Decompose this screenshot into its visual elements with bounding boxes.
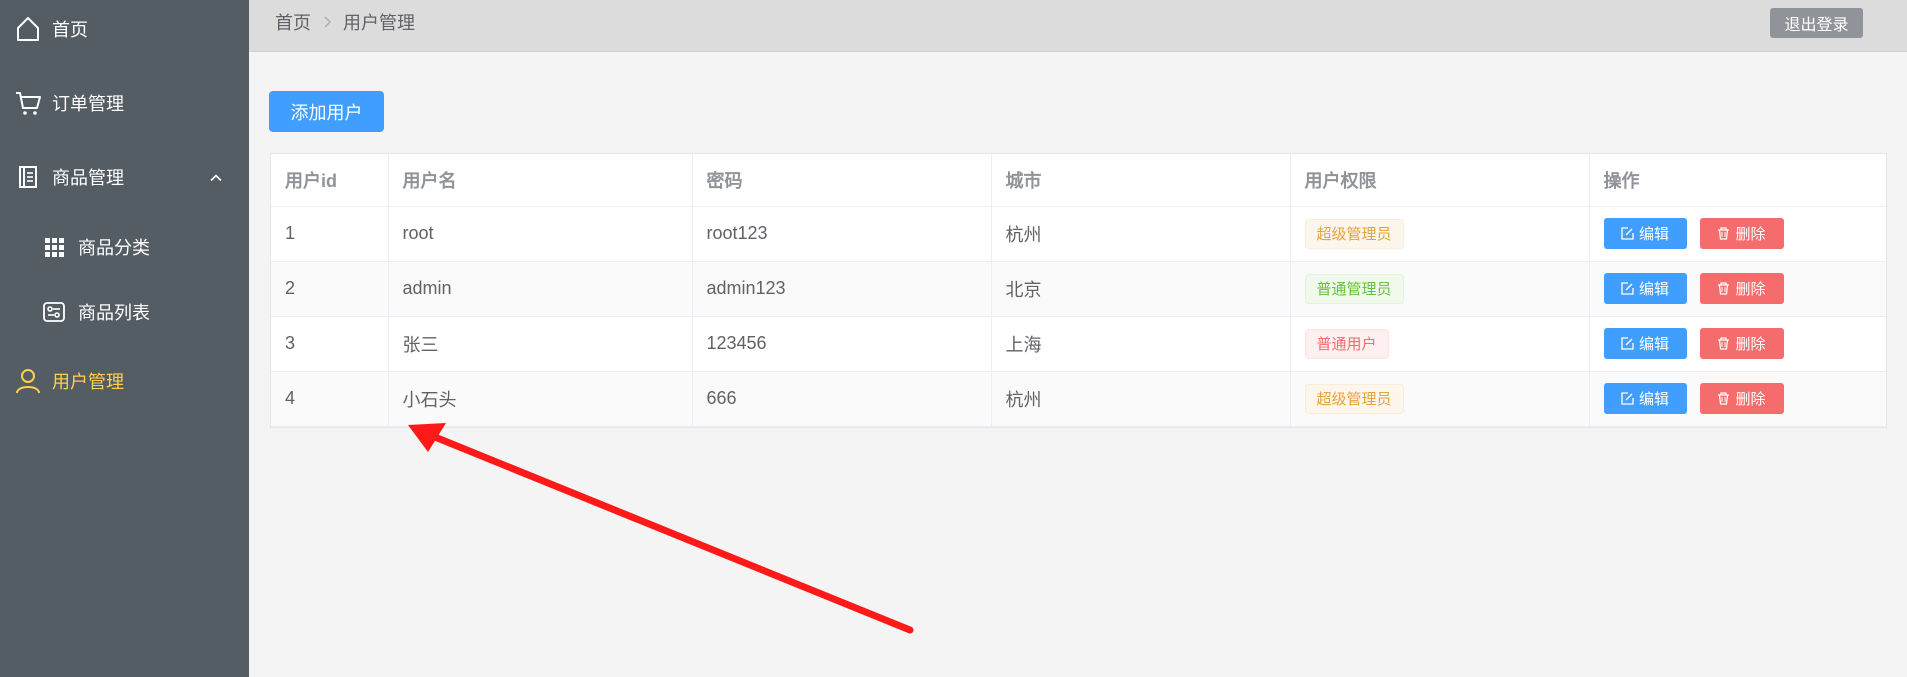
cell-password: root123	[692, 206, 992, 262]
delete-label: 删除	[1735, 226, 1766, 243]
sidebar-item-label: 首页	[52, 20, 88, 40]
trash-icon	[1718, 227, 1730, 240]
breadcrumb: 首页 用户管理	[275, 0, 415, 44]
table-header-row: 用户id 用户名 密码 城市 用户权限 操作	[271, 154, 1886, 207]
edit-icon	[1621, 227, 1634, 240]
cell-id: 4	[271, 371, 389, 427]
cell-role: 超级管理员	[1290, 206, 1590, 262]
delete-label: 删除	[1735, 391, 1766, 408]
delete-button[interactable]: 删除	[1699, 273, 1784, 304]
delete-label: 删除	[1735, 336, 1766, 353]
edit-icon	[1621, 392, 1634, 405]
cell-username: 张三	[388, 316, 693, 372]
grid-icon	[40, 233, 68, 261]
delete-label: 删除	[1735, 281, 1766, 298]
cell-username: admin	[388, 261, 693, 317]
chevron-right-icon	[322, 15, 332, 29]
cell-username: root	[388, 206, 693, 262]
delete-button[interactable]: 删除	[1699, 218, 1784, 249]
cell-id: 3	[271, 316, 389, 372]
column-header-actions: 操作	[1589, 154, 1886, 207]
cell-actions: 编辑 删除	[1589, 261, 1886, 317]
edit-label: 编辑	[1638, 391, 1669, 408]
cart-icon	[14, 89, 42, 117]
breadcrumb-current: 用户管理	[343, 13, 415, 33]
column-header-id: 用户id	[271, 154, 389, 207]
sidebar: 首页 订单管理 商品管理 商品分类 商品列表 用户管理	[0, 0, 249, 677]
cell-role: 普通用户	[1290, 316, 1590, 372]
cell-actions: 编辑 删除	[1589, 316, 1886, 372]
delete-button[interactable]: 删除	[1699, 328, 1784, 359]
table-row: 1 root root123 杭州 超级管理员 编辑 删除	[271, 206, 1886, 262]
edit-icon	[1621, 337, 1634, 350]
table-row: 3 张三 123456 上海 普通用户 编辑 删除	[271, 316, 1886, 372]
cell-city: 杭州	[991, 371, 1291, 427]
column-header-role: 用户权限	[1290, 154, 1590, 207]
trash-icon	[1718, 282, 1730, 295]
cell-password: 123456	[692, 316, 992, 372]
cell-actions: 编辑 删除	[1589, 206, 1886, 262]
edit-button[interactable]: 编辑	[1603, 273, 1687, 304]
table-row: 4 小石头 666 杭州 超级管理员 编辑 删除	[271, 371, 1886, 427]
sidebar-item-label: 用户管理	[52, 372, 124, 392]
cell-password: admin123	[692, 261, 992, 317]
cell-city: 北京	[991, 261, 1291, 317]
column-header-username: 用户名	[388, 154, 693, 207]
sidebar-item-label: 订单管理	[52, 94, 124, 114]
trash-icon	[1718, 392, 1730, 405]
user-table: 用户id 用户名 密码 城市 用户权限 操作 1 root root123 杭州…	[270, 153, 1887, 428]
delete-button[interactable]: 删除	[1699, 383, 1784, 414]
logout-button[interactable]: 退出登录	[1770, 8, 1863, 38]
edit-label: 编辑	[1638, 226, 1669, 243]
edit-button[interactable]: 编辑	[1603, 218, 1687, 249]
edit-button[interactable]: 编辑	[1603, 383, 1687, 414]
cell-role: 超级管理员	[1290, 371, 1590, 427]
sidebar-item-products[interactable]: 商品管理	[14, 162, 249, 192]
column-header-city: 城市	[991, 154, 1291, 207]
edit-icon	[1621, 282, 1634, 295]
role-tag: 超级管理员	[1304, 383, 1404, 414]
role-tag: 超级管理员	[1304, 218, 1404, 249]
cell-city: 上海	[991, 316, 1291, 372]
add-user-button[interactable]: 添加用户	[269, 91, 384, 132]
sidebar-item-home[interactable]: 首页	[14, 14, 263, 44]
table-row: 2 admin admin123 北京 普通管理员 编辑 删除	[271, 261, 1886, 317]
column-header-password: 密码	[692, 154, 992, 207]
sidebar-item-orders[interactable]: 订单管理	[14, 88, 263, 118]
sidebar-item-product-list[interactable]: 商品列表	[40, 297, 289, 327]
role-tag: 普通用户	[1304, 328, 1389, 359]
home-icon	[14, 15, 42, 43]
user-icon	[14, 367, 42, 395]
sidebar-item-label: 商品管理	[52, 168, 124, 188]
cell-password: 666	[692, 371, 992, 427]
cell-role: 普通管理员	[1290, 261, 1590, 317]
chevron-up-icon	[209, 167, 223, 188]
edit-label: 编辑	[1638, 281, 1669, 298]
cell-id: 1	[271, 206, 389, 262]
sidebar-item-label: 商品列表	[78, 303, 150, 323]
edit-label: 编辑	[1638, 336, 1669, 353]
cell-username: 小石头	[388, 371, 693, 427]
sidebar-item-users[interactable]: 用户管理	[14, 366, 263, 396]
top-header: 首页 用户管理 退出登录	[249, 0, 1907, 52]
cell-city: 杭州	[991, 206, 1291, 262]
list-settings-icon	[40, 298, 68, 326]
document-icon	[14, 163, 42, 191]
role-tag: 普通管理员	[1304, 273, 1404, 304]
sidebar-item-product-category[interactable]: 商品分类	[40, 232, 289, 262]
cell-actions: 编辑 删除	[1589, 371, 1886, 427]
breadcrumb-home[interactable]: 首页	[275, 9, 311, 35]
cell-id: 2	[271, 261, 389, 317]
sidebar-item-label: 商品分类	[78, 238, 150, 258]
trash-icon	[1718, 337, 1730, 350]
edit-button[interactable]: 编辑	[1603, 328, 1687, 359]
